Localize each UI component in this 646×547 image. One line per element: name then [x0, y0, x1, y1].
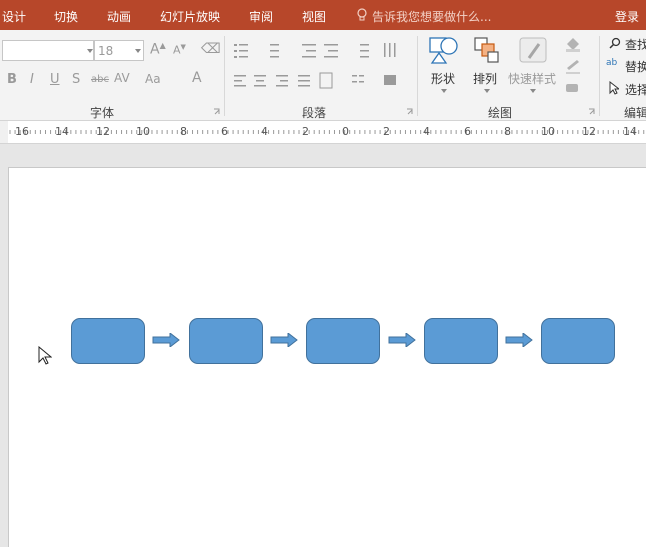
login-link[interactable]: 登录 [615, 8, 639, 25]
ribbon: 18 A▲ A▼ ⌫ B I U S abc AV Aa A 字体 段落 形状 … [0, 30, 646, 121]
ruler-number: 14 [623, 125, 637, 138]
tab-slideshow[interactable]: 幻灯片放映 [160, 8, 220, 25]
ruler-number: 10 [541, 125, 555, 138]
tell-me-text: 告诉我您想要做什么... [372, 10, 492, 24]
ruler-number: 6 [464, 125, 471, 138]
font-group-label: 字体 [90, 106, 115, 120]
tab-view[interactable]: 视图 [302, 8, 326, 25]
ruler-number: 2 [383, 125, 390, 138]
select-button[interactable]: 选择 [608, 80, 646, 98]
chevron-down-icon [135, 49, 141, 53]
slide-canvas[interactable] [8, 167, 646, 547]
strikethrough-icon[interactable]: abc [91, 74, 109, 85]
quick-styles-icon [519, 37, 547, 63]
tab-design[interactable]: 设计 [2, 8, 26, 25]
shapes-button[interactable]: 形状 [427, 34, 461, 96]
replace-label: 替换 [625, 60, 646, 74]
drawing-group-label: 绘图 [488, 106, 513, 120]
paragraph-tools-row1[interactable] [232, 41, 412, 61]
ruler-number: 16 [15, 125, 29, 138]
shapes-icon [429, 37, 458, 64]
search-icon [609, 37, 621, 49]
chevron-down-icon [441, 89, 447, 93]
shrink-font-icon[interactable]: A▼ [173, 43, 186, 57]
chevron-down-icon [484, 89, 490, 93]
ruler-number: 2 [302, 125, 309, 138]
ruler-number: 6 [221, 125, 228, 138]
group-separator [417, 36, 418, 116]
arrange-label: 排列 [473, 72, 498, 86]
flow-arrow-3[interactable] [388, 333, 416, 347]
chevron-down-icon [87, 49, 93, 53]
lightbulb-icon [357, 8, 367, 21]
ruler-number: 8 [180, 125, 187, 138]
flow-arrow-1[interactable] [152, 333, 180, 347]
shadow-icon[interactable]: S [72, 72, 80, 87]
flow-box-4[interactable] [424, 318, 498, 364]
flow-arrow-4[interactable] [505, 333, 533, 347]
ruler-scale: 16 14 12 10 8 6 4 2 0 2 4 6 8 10 12 14 [8, 121, 646, 143]
grow-font-icon[interactable]: A▲ [150, 41, 166, 58]
tab-transitions[interactable]: 切换 [54, 8, 78, 25]
quick-styles-button[interactable]: 快速样式 [507, 34, 559, 96]
replace-button[interactable]: ab 替换 [606, 57, 646, 75]
find-button[interactable]: 查找 [608, 35, 646, 53]
tab-review[interactable]: 审阅 [249, 8, 273, 25]
chevron-down-icon [530, 89, 536, 93]
underline-icon[interactable]: U [50, 72, 60, 87]
shape-format-tools[interactable] [563, 36, 591, 96]
editing-group-label: 编辑 [624, 106, 646, 120]
find-label: 查找 [625, 38, 646, 52]
ruler-number: 0 [342, 125, 349, 138]
ribbon-tab-bar: 设计 切换 动画 幻灯片放映 审阅 视图 告诉我您想要做什么... 登录 [0, 0, 646, 30]
arrange-icon [474, 37, 499, 63]
flow-box-3[interactable] [306, 318, 380, 364]
clear-format-icon[interactable]: ⌫ [201, 41, 221, 57]
paragraph-group-label: 段落 [302, 106, 327, 120]
flow-arrow-2[interactable] [270, 333, 298, 347]
shapes-label: 形状 [431, 72, 456, 86]
pointer-icon [609, 81, 619, 95]
font-size-value: 18 [98, 44, 114, 58]
mouse-cursor-icon [38, 346, 52, 365]
ruler-number: 14 [55, 125, 69, 138]
dialog-launcher-icon[interactable] [213, 108, 221, 116]
font-color-icon[interactable]: A [192, 70, 202, 86]
flow-box-1[interactable] [71, 318, 145, 364]
arrange-button[interactable]: 排列 [470, 34, 504, 96]
italic-icon[interactable]: I [30, 72, 34, 87]
ruler-number: 12 [582, 125, 596, 138]
ruler-number: 4 [423, 125, 430, 138]
dialog-launcher-icon[interactable] [406, 108, 414, 116]
change-case-icon[interactable]: Aa [145, 72, 161, 86]
tab-animations[interactable]: 动画 [107, 8, 131, 25]
font-size-field[interactable]: 18 [94, 40, 144, 61]
quick-styles-label: 快速样式 [508, 72, 557, 86]
horizontal-ruler: 16 14 12 10 8 6 4 2 0 2 4 6 8 10 12 14 [0, 121, 646, 144]
flow-box-2[interactable] [189, 318, 263, 364]
ruler-number: 8 [504, 125, 511, 138]
replace-icon: ab [606, 58, 618, 68]
char-spacing-icon[interactable]: AV [114, 71, 130, 85]
dialog-launcher-icon[interactable] [588, 108, 596, 116]
ruler-number: 10 [136, 125, 150, 138]
font-name-field[interactable] [2, 40, 94, 61]
ruler-number: 4 [261, 125, 268, 138]
ruler-number: 12 [96, 125, 110, 138]
group-separator [599, 36, 600, 116]
bold-icon[interactable]: B [7, 72, 17, 87]
flow-box-5[interactable] [541, 318, 615, 364]
paragraph-tools-row2[interactable] [232, 72, 412, 92]
select-label: 选择 [625, 83, 646, 97]
group-separator [224, 36, 225, 116]
